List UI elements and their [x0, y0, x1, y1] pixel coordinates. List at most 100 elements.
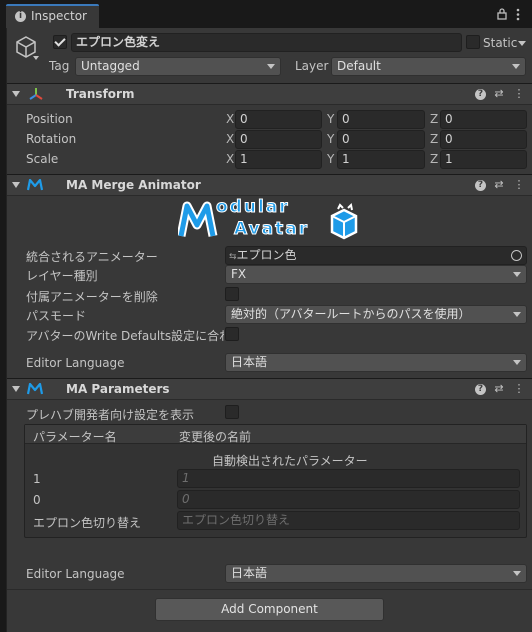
animator-value: エプロン色 [236, 248, 297, 262]
tag-dropdown[interactable]: Untagged [75, 57, 281, 76]
merge-animator-header[interactable]: MA Merge Animator ? ⇄ ⋮ [7, 174, 532, 196]
chevron-down-icon [513, 272, 521, 277]
layer-value: Default [337, 59, 381, 73]
tab-label: Inspector [31, 9, 87, 23]
modular-avatar-icon [26, 178, 44, 191]
chevron-down-icon [513, 312, 521, 317]
editor-language-label: Editor Language [26, 567, 125, 581]
layer-type-label: レイヤー種別 [26, 269, 98, 283]
chevron-down-icon [513, 360, 521, 365]
transform-title: Transform [66, 87, 135, 101]
path-mode-value: 絶対的（アバタールートからのパスを使用） [231, 307, 471, 321]
write-defaults-checkbox[interactable] [225, 327, 239, 341]
position-y-label[interactable]: Y [327, 112, 334, 126]
foldout-arrow-icon[interactable] [12, 91, 20, 97]
scale-label[interactable]: Scale [26, 152, 58, 166]
param-row-name: エプロン色切り替え [33, 516, 142, 530]
component-divider [7, 589, 532, 590]
scale-x-label[interactable]: X [226, 152, 234, 166]
preset-sliders-icon[interactable]: ⇄ [492, 178, 506, 192]
param-rename-input[interactable]: エプロン色切り替え [177, 511, 520, 530]
rotation-y-field[interactable]: 0 [337, 130, 425, 149]
rotation-z-label[interactable]: Z [430, 132, 438, 146]
path-mode-label: パスモード [26, 309, 87, 323]
layer-label: Layer [295, 59, 329, 73]
component-menu-icon[interactable]: ⋮ [512, 87, 526, 101]
show-prefab-checkbox[interactable] [225, 405, 239, 419]
scale-y-label[interactable]: Y [327, 152, 334, 166]
editor-language-label: Editor Language [26, 356, 125, 370]
editor-language-dropdown[interactable]: 日本語 [225, 353, 527, 372]
tab-inspector[interactable]: i Inspector [6, 4, 99, 28]
chevron-down-icon [267, 64, 275, 69]
logo-text-bottom: Avatar [233, 219, 310, 240]
parameters-title: MA Parameters [66, 382, 170, 396]
modular-avatar-icon [26, 382, 44, 395]
position-label[interactable]: Position [26, 112, 73, 126]
rotation-x-label[interactable]: X [226, 132, 234, 146]
help-icon[interactable]: ? [475, 180, 486, 191]
add-component-button[interactable]: Add Component [155, 598, 384, 621]
more-menu-icon[interactable] [516, 8, 520, 21]
modular-avatar-logo: odular Avatar [178, 197, 362, 246]
foldout-arrow-icon[interactable] [12, 386, 20, 392]
transform-header[interactable]: Transform ? ⇄ ⋮ [7, 83, 532, 105]
layer-type-value: FX [231, 267, 247, 281]
param-row-name: 0 [33, 493, 41, 507]
delete-attached-checkbox[interactable] [225, 287, 239, 301]
preset-sliders-icon[interactable]: ⇄ [492, 382, 506, 396]
param-row-name: 1 [33, 472, 41, 486]
tag-label: Tag [49, 59, 70, 73]
editor-language-value: 日本語 [231, 566, 268, 580]
delete-attached-label: 付属アニメーターを削除 [26, 290, 158, 304]
transform-icon [29, 87, 43, 101]
merge-animator-title: MA Merge Animator [66, 178, 201, 192]
parameters-header[interactable]: MA Parameters ? ⇄ ⋮ [7, 378, 532, 400]
position-z-field[interactable]: 0 [440, 110, 527, 129]
preset-sliders-icon[interactable]: ⇄ [492, 87, 506, 101]
param-rename-input[interactable]: 1 [177, 469, 520, 488]
foldout-arrow-icon[interactable] [12, 182, 20, 188]
show-prefab-label: プレハブ開発者向け設定を表示 [26, 408, 195, 422]
rotation-x-field[interactable]: 0 [235, 130, 322, 149]
col-renamed: 変更後の名前 [179, 430, 252, 444]
rotation-y-label[interactable]: Y [327, 132, 334, 146]
position-y-field[interactable]: 0 [337, 110, 425, 129]
animator-controller-icon: ⇆ [229, 252, 237, 262]
write-defaults-label: アバターのWrite Defaults設定に合わせる [26, 329, 224, 343]
component-menu-icon[interactable]: ⋮ [512, 382, 526, 396]
layer-dropdown[interactable]: Default [331, 57, 526, 76]
static-label[interactable]: Static [483, 36, 517, 50]
animator-label: 統合されるアニメーター [26, 250, 158, 264]
editor-language-value: 日本語 [231, 355, 268, 369]
help-icon[interactable]: ? [475, 384, 486, 395]
rotation-z-field[interactable]: 0 [440, 130, 527, 149]
help-icon[interactable]: ? [475, 89, 486, 100]
chevron-down-icon [512, 64, 520, 69]
path-mode-dropdown[interactable]: 絶対的（アバタールートからのパスを使用） [225, 305, 527, 324]
component-menu-icon[interactable]: ⋮ [512, 178, 526, 192]
scale-x-field[interactable]: 1 [235, 150, 322, 169]
static-checkbox[interactable] [466, 35, 480, 49]
static-dropdown-arrow[interactable] [518, 41, 526, 46]
position-x-field[interactable]: 0 [235, 110, 322, 129]
scale-y-field[interactable]: 1 [337, 150, 425, 169]
auto-detected-label: 自動検出されたパラメーター [212, 454, 368, 468]
active-toggle[interactable] [53, 35, 67, 49]
object-name-field[interactable]: エプロン色変え [71, 33, 462, 52]
col-param-name: パラメーター名 [33, 430, 117, 444]
editor-language-dropdown[interactable]: 日本語 [225, 564, 527, 583]
position-x-label[interactable]: X [226, 112, 234, 126]
position-z-label[interactable]: Z [430, 112, 438, 126]
chevron-down-icon [513, 571, 521, 576]
object-picker-icon[interactable] [511, 250, 522, 261]
scale-z-label[interactable]: Z [430, 152, 438, 166]
lock-icon[interactable] [497, 7, 507, 20]
icon-dropdown-arrow[interactable] [33, 56, 39, 60]
animator-object-field[interactable]: ⇆エプロン色 [225, 246, 527, 265]
scale-z-field[interactable]: 1 [440, 150, 527, 169]
logo-text-top: odular [216, 197, 290, 218]
layer-type-dropdown[interactable]: FX [225, 265, 527, 284]
param-rename-input[interactable]: 0 [177, 490, 520, 509]
rotation-label[interactable]: Rotation [26, 132, 76, 146]
